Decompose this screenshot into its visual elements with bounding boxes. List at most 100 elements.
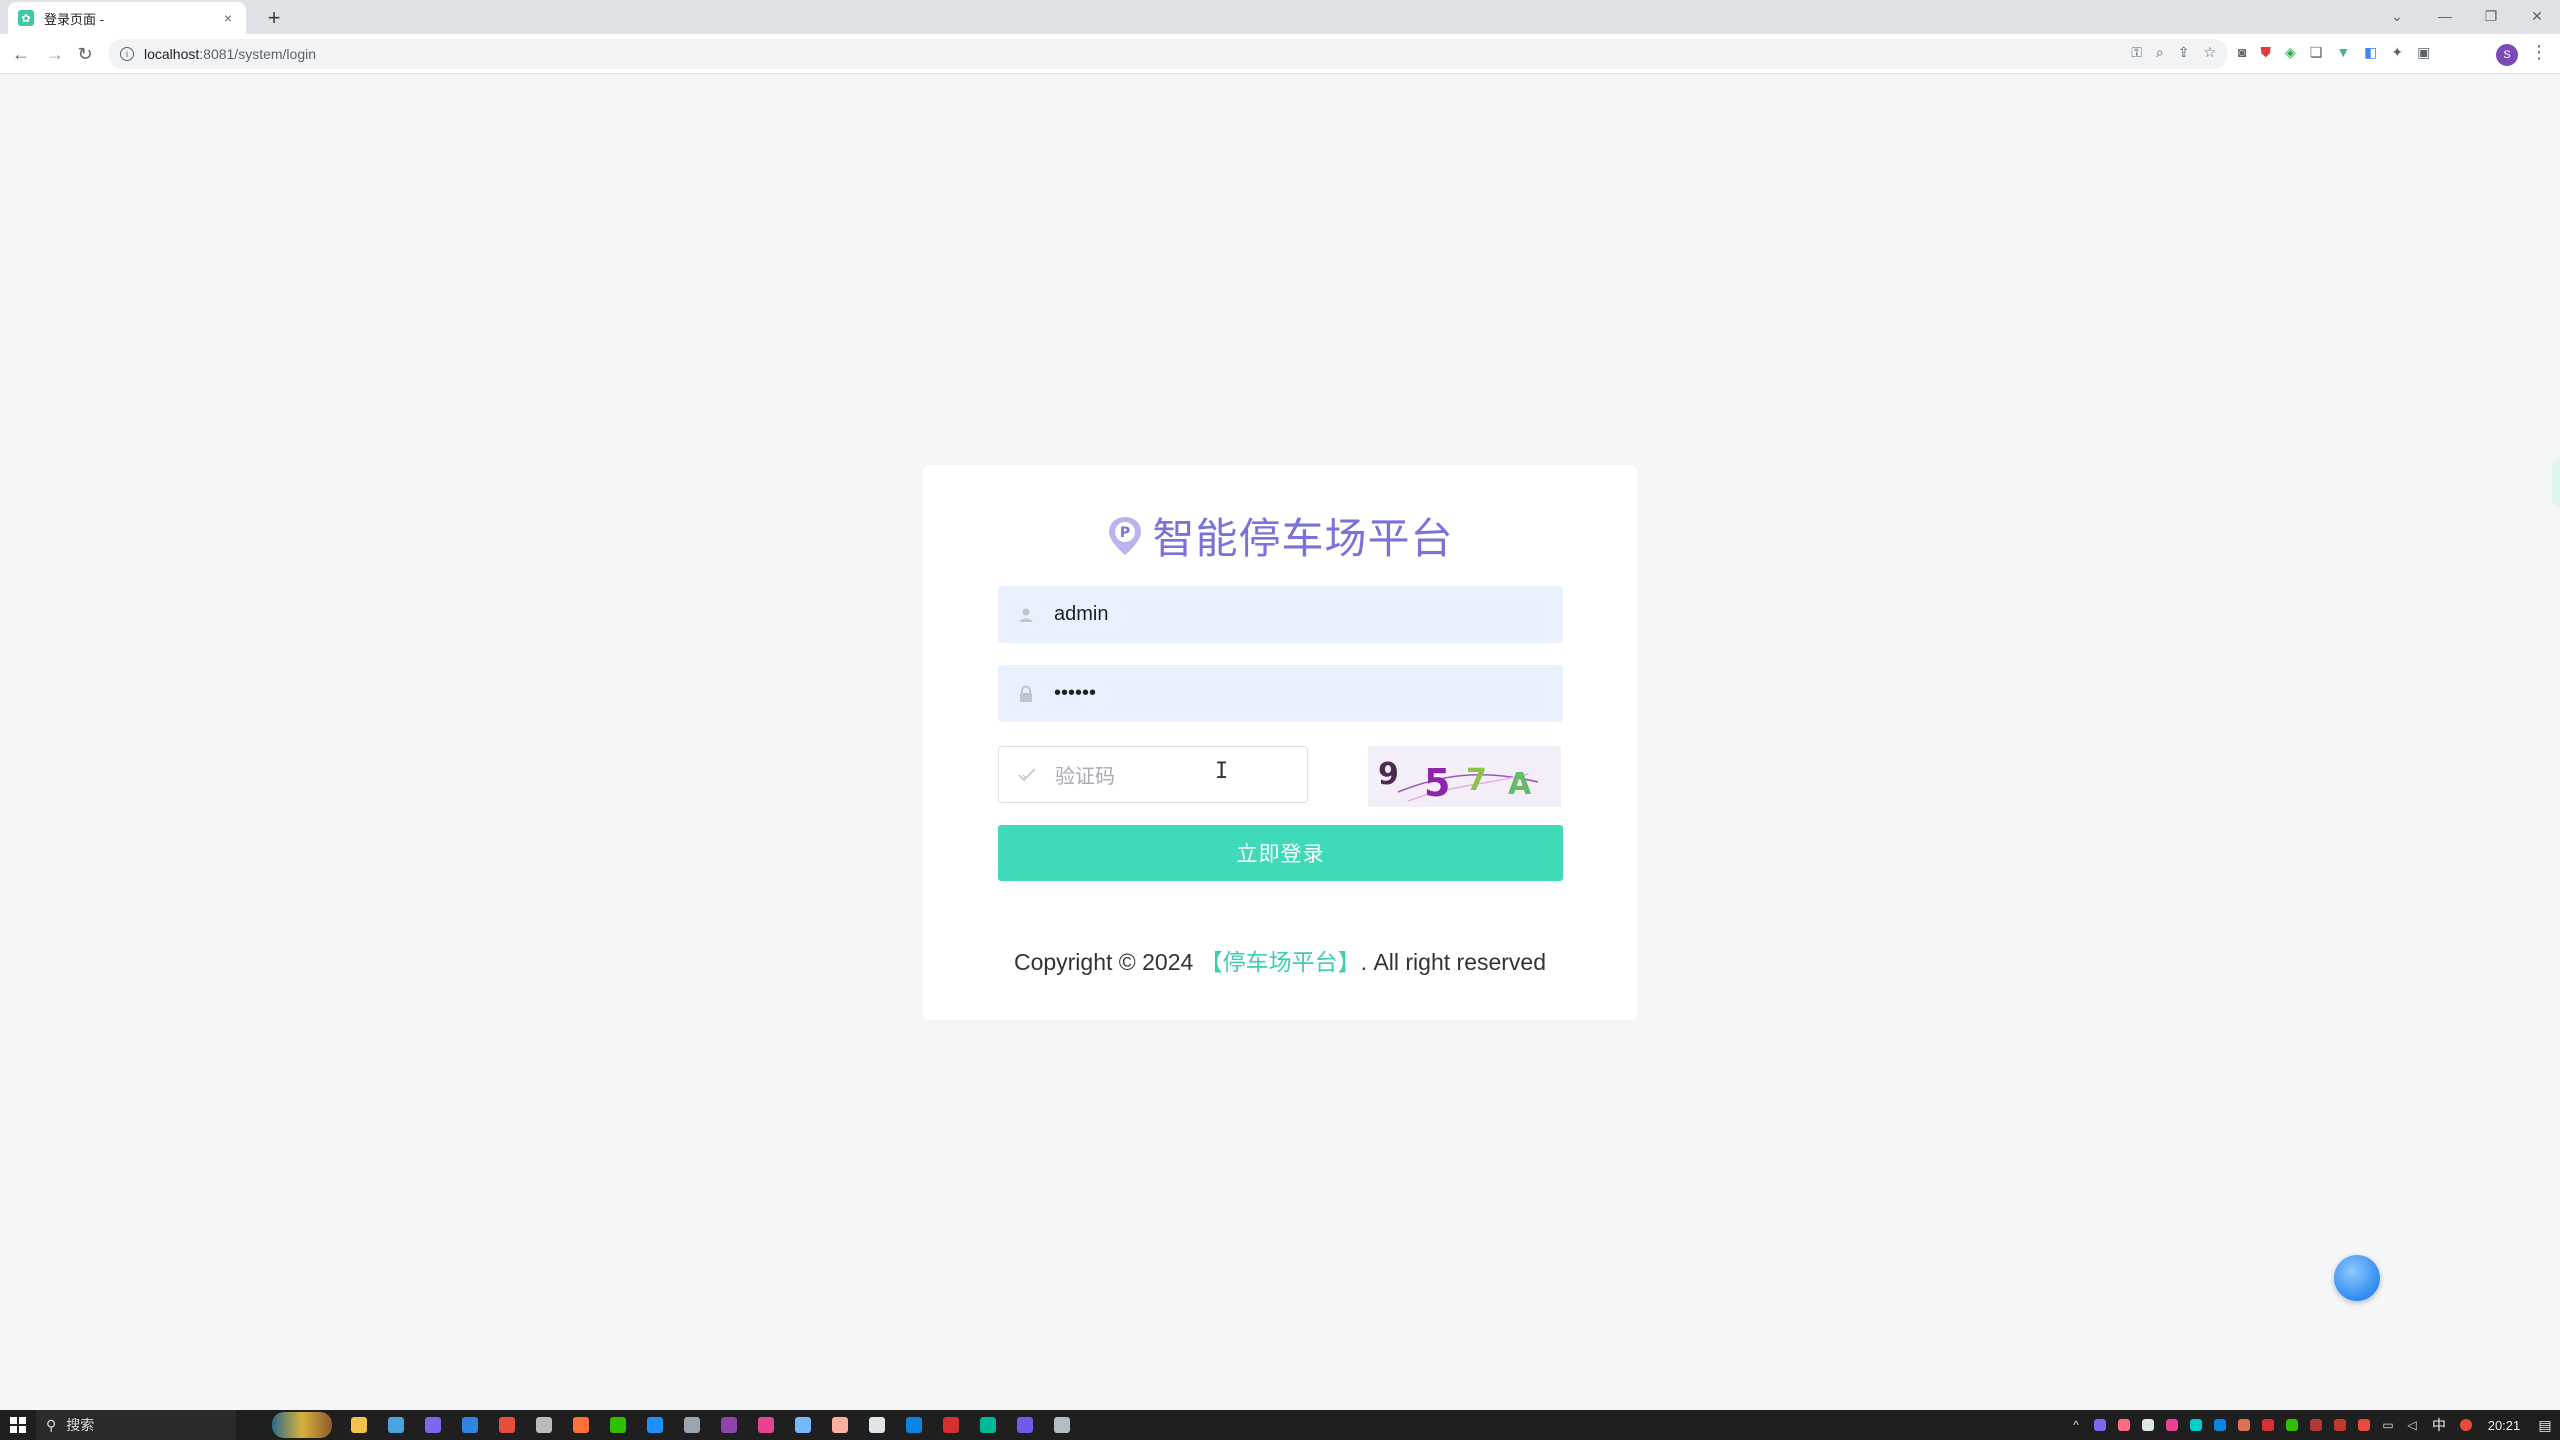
taskbar-wechat-icon[interactable]: [599, 1410, 636, 1440]
taskbar-file-explorer-icon[interactable]: [340, 1410, 377, 1440]
text-cursor-icon: I: [1215, 759, 1229, 784]
tab-search-dropdown-icon[interactable]: ⌄: [2382, 4, 2412, 28]
taskbar-app-4-icon[interactable]: [451, 1410, 488, 1440]
side-panel-icon[interactable]: ▣: [2417, 44, 2430, 61]
screenshot-extension-icon[interactable]: ◙: [2238, 44, 2246, 61]
reload-button[interactable]: ↻: [72, 41, 98, 67]
captcha-char-3: 7: [1466, 763, 1487, 798]
new-tab-button[interactable]: +: [260, 4, 288, 32]
password-field[interactable]: ••••••: [998, 665, 1563, 722]
user-icon: [998, 607, 1054, 623]
captcha-char-2: 5: [1424, 761, 1450, 805]
forward-button[interactable]: →: [42, 41, 68, 67]
tray-app-5-icon[interactable]: [2184, 1410, 2208, 1440]
login-title: P 智能停车场平台: [923, 505, 1637, 566]
input-method-indicator[interactable]: 中: [2424, 1415, 2454, 1435]
restore-button[interactable]: ❐: [2476, 4, 2506, 28]
taskbar-clock[interactable]: 20:21: [2478, 1418, 2530, 1433]
tray-wechat-icon[interactable]: [2280, 1410, 2304, 1440]
captcha-image[interactable]: 9 5 7 A: [1368, 746, 1561, 807]
tray-app-2-icon[interactable]: [2112, 1410, 2136, 1440]
taskbar-app-15-icon[interactable]: [858, 1410, 895, 1440]
captcha-input[interactable]: 验证码 I: [998, 746, 1308, 803]
tab-close-icon[interactable]: ×: [220, 10, 236, 26]
bookmark-star-icon[interactable]: ☆: [2203, 44, 2216, 61]
taskbar-firefox-icon[interactable]: [562, 1410, 599, 1440]
captcha-char-1: 9: [1378, 757, 1399, 792]
puzzle-extensions-icon[interactable]: ✦: [2391, 44, 2403, 61]
vue-extension-icon[interactable]: ▼: [2336, 44, 2350, 61]
browser-toolbar: ← → ↻ i localhost:8081/system/login ⚿ ⌕ …: [0, 34, 2560, 74]
browser-tab-bar: ✿ 登录页面 - × + ⌄ — ❐ ✕: [0, 0, 2560, 34]
sogou-icon[interactable]: [2454, 1410, 2478, 1440]
copyright-brand: 【停车场平台】: [1199, 949, 1361, 975]
browser-tab[interactable]: ✿ 登录页面 - ×: [8, 2, 246, 34]
minimize-button[interactable]: —: [2430, 4, 2460, 28]
start-button[interactable]: [0, 1410, 36, 1440]
taskbar-app-12-icon[interactable]: [747, 1410, 784, 1440]
parking-logo-icon: P: [1109, 516, 1142, 555]
taskbar-app-17-icon[interactable]: [932, 1410, 969, 1440]
taskbar-chrome-icon[interactable]: [488, 1410, 525, 1440]
taskbar-app-13-icon[interactable]: [784, 1410, 821, 1440]
back-button[interactable]: ←: [8, 41, 34, 67]
notification-center-icon[interactable]: ▤: [2530, 1417, 2560, 1434]
taskbar-search[interactable]: ⚲ 搜索: [36, 1410, 236, 1440]
copyright-text: Copyright © 2024 【停车场平台】. All right rese…: [1013, 949, 1547, 975]
tray-app-3-icon[interactable]: [2136, 1410, 2160, 1440]
green-extension-icon[interactable]: ◈: [2285, 44, 2296, 61]
share-icon[interactable]: ⇪: [2178, 44, 2190, 61]
tray-app-1-icon[interactable]: [2088, 1410, 2112, 1440]
site-info-icon[interactable]: i: [120, 47, 134, 61]
taskbar-vscode-icon[interactable]: [636, 1410, 673, 1440]
tray-app-10-icon[interactable]: [2304, 1410, 2328, 1440]
shield-extension-icon[interactable]: ⛊: [2260, 44, 2271, 61]
lock-icon: [998, 685, 1054, 703]
password-value: ••••••: [1054, 682, 1097, 704]
login-button[interactable]: 立即登录: [998, 825, 1563, 881]
taskbar-app-14-icon[interactable]: [821, 1410, 858, 1440]
profile-avatar[interactable]: S: [2496, 44, 2518, 66]
tray-app-6-icon[interactable]: [2208, 1410, 2232, 1440]
page-background: P 智能停车场平台 admin •••••• 验证码 I 9 5 7 A 立即登…: [0, 75, 2560, 1410]
volume-icon[interactable]: ◁: [2400, 1410, 2424, 1440]
edge-sidebar-tab[interactable]: [2552, 460, 2560, 506]
tray-app-7-icon[interactable]: [2232, 1410, 2256, 1440]
taskbar-store-icon[interactable]: [377, 1410, 414, 1440]
zoom-icon[interactable]: ⌕: [2156, 44, 2164, 61]
network-icon[interactable]: ▭: [2376, 1410, 2400, 1440]
url-text: localhost:8081/system/login: [144, 46, 316, 62]
captcha-char-4: A: [1508, 767, 1532, 802]
username-field[interactable]: admin: [998, 586, 1563, 643]
tray-overflow-icon[interactable]: ^: [2064, 1410, 2088, 1440]
address-bar[interactable]: i localhost:8081/system/login ⚿ ⌕ ⇪ ☆: [108, 39, 2228, 69]
taskbar-app-18-icon[interactable]: [969, 1410, 1006, 1440]
copy-extension-icon[interactable]: ❏: [2310, 44, 2323, 61]
taskbar-app-10-icon[interactable]: [673, 1410, 710, 1440]
close-window-button[interactable]: ✕: [2522, 4, 2552, 28]
tray-app-4-icon[interactable]: [2160, 1410, 2184, 1440]
username-value: admin: [1054, 603, 1109, 625]
check-icon: [999, 767, 1055, 782]
taskbar-app-19-icon[interactable]: [1006, 1410, 1043, 1440]
windows-logo-icon: [10, 1417, 26, 1433]
key-icon[interactable]: ⚿: [2131, 44, 2142, 61]
floating-assistant-ball[interactable]: [2334, 1255, 2380, 1301]
browser-menu-icon[interactable]: ⋮: [2530, 42, 2548, 63]
taskbar-app-16-icon[interactable]: [895, 1410, 932, 1440]
taskbar-app-11-icon[interactable]: [710, 1410, 747, 1440]
search-highlight-image: [272, 1412, 332, 1438]
search-icon: ⚲: [46, 1416, 57, 1433]
windows-taskbar: ⚲ 搜索 ^ ▭ ◁ 中 20:21 ▤: [0, 1410, 2560, 1440]
tray-app-12-icon[interactable]: [2352, 1410, 2376, 1440]
tab-favicon-icon: ✿: [18, 10, 34, 26]
system-tray: ^ ▭ ◁ 中 20:21 ▤: [2064, 1410, 2560, 1440]
tab-title: 登录页面 -: [44, 11, 104, 27]
taskbar-app-20-icon[interactable]: [1043, 1410, 1080, 1440]
taskbar-settings-icon[interactable]: [525, 1410, 562, 1440]
tray-app-8-icon[interactable]: [2256, 1410, 2280, 1440]
taskbar-app-3-icon[interactable]: [414, 1410, 451, 1440]
tray-app-11-icon[interactable]: [2328, 1410, 2352, 1440]
taskbar-search-label: 搜索: [66, 1417, 95, 1433]
translate-extension-icon[interactable]: ◧: [2364, 44, 2377, 61]
